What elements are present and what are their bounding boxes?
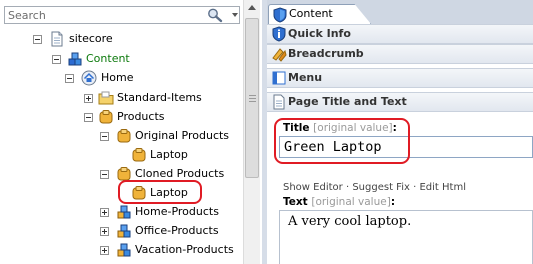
tree-item-label: Home-Products [135, 205, 219, 218]
tree-item-original-products[interactable]: Original Products [0, 127, 240, 145]
original-value-note: [original value] [311, 196, 391, 208]
edit-html-link[interactable]: Edit Html [419, 182, 466, 193]
grip-line [249, 101, 256, 102]
collapse-icon[interactable] [52, 55, 61, 64]
product-icon [99, 110, 113, 124]
tree-item-label: Home [101, 71, 134, 84]
tab-bar: Content [267, 0, 533, 24]
home-icon [81, 70, 97, 86]
grip-line [249, 98, 256, 99]
suggest-fix-link[interactable]: Suggest Fix [352, 182, 410, 193]
content-cubes-icon [117, 243, 131, 257]
collapse-icon[interactable] [100, 132, 109, 141]
separator: · [345, 182, 350, 193]
section-label: Quick Info [288, 27, 351, 40]
field-name: Text [283, 196, 308, 208]
search-box [4, 6, 240, 24]
content-cubes-icon [117, 224, 131, 238]
tree-item-vacation-products[interactable]: Vacation-Products [0, 241, 240, 259]
section-label: Breadcrumb [288, 47, 364, 60]
product-icon [132, 148, 146, 162]
tree-item-sitecore[interactable]: sitecore [0, 30, 240, 48]
text-rich-editor[interactable]: A very cool laptop. [279, 210, 533, 264]
show-editor-link[interactable]: Show Editor [283, 182, 343, 193]
expand-icon[interactable] [100, 208, 109, 217]
scroll-up-arrow-icon[interactable] [244, 0, 260, 16]
section-breadcrumb[interactable]: Breadcrumb [267, 44, 533, 64]
collapse-icon[interactable] [100, 170, 109, 179]
tree-item-label: Standard-Items [117, 91, 202, 104]
content-tree-pane: sitecore Content Home Standard-Items [0, 0, 262, 264]
field-actions: Show Editor · Suggest Fix · Edit Html [283, 182, 466, 193]
section-page-title-text[interactable]: Page Title and Text [267, 92, 533, 112]
expand-icon[interactable] [100, 246, 109, 255]
tree-item-label: Vacation-Products [135, 243, 234, 256]
title-highlight [274, 118, 410, 164]
tree-item-label: Products [117, 110, 165, 123]
tree-item-label: sitecore [69, 32, 113, 45]
content-editor-pane: Content Quick Info Breadcrumb Menu Page … [267, 0, 533, 264]
chevron-down-icon[interactable] [229, 7, 241, 23]
tree-item-content[interactable]: Content [0, 50, 240, 68]
section-label: Menu [288, 71, 323, 84]
tree-item-standard-items[interactable]: Standard-Items [0, 89, 240, 107]
tree-item-label: Cloned Products [135, 167, 225, 180]
tree-item-label: Original Products [135, 129, 230, 142]
tab-label: Content [289, 7, 333, 20]
product-icon [117, 129, 131, 143]
tree-item-label: Office-Products [135, 224, 219, 237]
fields-panel: Title [original value]: Green Laptop Sho… [267, 112, 533, 264]
expand-icon[interactable] [100, 227, 109, 236]
field-colon: : [390, 196, 396, 208]
tree-item-label: Laptop [150, 148, 188, 161]
text-field-label: Text [original value]: [283, 196, 395, 208]
content-cubes-icon [117, 205, 131, 219]
content-cubes-icon [68, 52, 82, 66]
breadcrumb-icon [272, 48, 287, 62]
document-icon [273, 94, 285, 110]
folder-icon [98, 91, 114, 105]
tree-item-cloned-products[interactable]: Cloned Products [0, 165, 240, 183]
search-icon[interactable] [205, 7, 227, 23]
search-input[interactable] [5, 7, 198, 23]
tree-item-label: Content [86, 52, 130, 65]
tab-content[interactable]: Content [268, 4, 371, 24]
separator: · [413, 182, 417, 193]
collapse-icon[interactable] [65, 74, 74, 83]
collapse-icon[interactable] [33, 35, 42, 44]
content-shield-icon [273, 7, 287, 23]
menu-icon [272, 71, 286, 85]
section-menu[interactable]: Menu [267, 68, 533, 88]
tree-item-office-products[interactable]: Office-Products [0, 222, 240, 240]
collapse-icon[interactable] [84, 113, 93, 122]
tree-item-home[interactable]: Home [0, 69, 240, 87]
document-icon [51, 31, 63, 47]
tree-item-home-products[interactable]: Home-Products [0, 203, 240, 221]
tree-item-laptop-original[interactable]: Laptop [0, 146, 240, 164]
tree-scrollbar[interactable] [243, 0, 260, 264]
expand-icon[interactable] [84, 94, 93, 103]
scroll-thumb[interactable] [245, 18, 259, 178]
info-shield-icon [272, 26, 286, 42]
selection-highlight [118, 180, 202, 204]
grip-line [249, 95, 256, 96]
section-quick-info[interactable]: Quick Info [267, 24, 533, 44]
section-label: Page Title and Text [288, 95, 407, 108]
tree-item-products[interactable]: Products [0, 108, 240, 126]
